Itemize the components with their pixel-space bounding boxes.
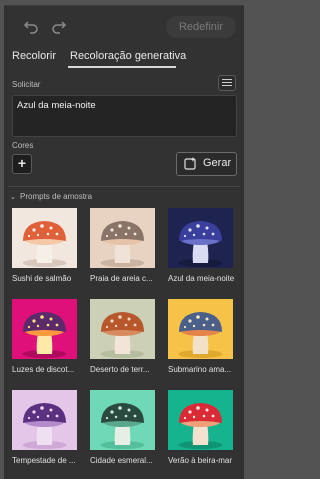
tab-recolor[interactable]: Recolorir	[12, 50, 56, 62]
sample-prompt-caption: Luzes de discot...	[12, 365, 75, 374]
sample-prompt-caption: Submarino ama...	[168, 365, 232, 374]
generative-recolor-panel: Redefinir Recolorir Recoloração generati…	[4, 5, 244, 479]
prompt-label: Solicitar	[12, 80, 41, 89]
generate-sparkle-icon	[184, 157, 196, 170]
sample-prompt-caption: Deserto de terr...	[90, 365, 150, 374]
plus-icon: +	[17, 155, 27, 171]
generate-label: Gerar	[203, 157, 232, 169]
undo-icon[interactable]	[22, 17, 40, 35]
active-tab-indicator	[68, 66, 176, 68]
sample-prompt-caption: Tempestade de ...	[12, 456, 76, 465]
sample-prompt-card[interactable]: Submarino ama...	[168, 299, 233, 374]
sample-prompts-header[interactable]: ⌄ Prompts de amostra	[10, 192, 92, 201]
sample-prompt-caption: Sushi de salmão	[12, 274, 72, 283]
sample-prompt-caption: Azul da meia-noite	[168, 274, 235, 283]
sample-prompt-card[interactable]: Praia de areia c...	[90, 208, 155, 283]
reset-button[interactable]: Redefinir	[166, 16, 236, 38]
sample-prompt-card[interactable]: Verão à beira-mar	[168, 390, 233, 465]
prompt-value: Azul da meia-noite	[17, 100, 96, 111]
mushroom-thumbnail	[12, 299, 77, 359]
sample-prompt-caption: Verão à beira-mar	[168, 456, 233, 465]
sample-prompt-card[interactable]: Deserto de terr...	[90, 299, 155, 374]
divider	[8, 186, 240, 187]
mushroom-thumbnail	[90, 390, 155, 450]
sample-prompt-card[interactable]: Azul da meia-noite	[168, 208, 234, 283]
mushroom-thumbnail	[168, 390, 233, 450]
sample-prompt-card[interactable]: Sushi de salmão	[12, 208, 77, 283]
tab-generative-recolor[interactable]: Recoloração generativa	[70, 50, 186, 62]
sample-prompt-caption: Cidade esmeral...	[90, 456, 153, 465]
sample-prompts-label: Prompts de amostra	[20, 192, 93, 201]
generate-button[interactable]: Gerar	[176, 152, 237, 176]
add-color-button[interactable]: +	[12, 154, 32, 174]
prompt-input[interactable]: Azul da meia-noite	[12, 95, 237, 137]
sample-prompt-caption: Praia de areia c...	[90, 274, 153, 283]
mushroom-thumbnail	[168, 299, 233, 359]
mushroom-thumbnail	[90, 299, 155, 359]
hamburger-menu-icon[interactable]	[218, 75, 236, 91]
mushroom-thumbnail	[90, 208, 155, 268]
mushroom-thumbnail	[12, 390, 77, 450]
colors-label: Cores	[12, 141, 34, 150]
sample-prompt-card[interactable]: Tempestade de ...	[12, 390, 77, 465]
sample-prompts-grid: Sushi de salmão Praia de areia c... Azul d…	[12, 208, 240, 465]
tab-bar: Recolorir Recoloração generativa	[4, 50, 244, 70]
mushroom-thumbnail	[168, 208, 233, 268]
redo-icon[interactable]	[50, 17, 68, 35]
sample-prompt-card[interactable]: Cidade esmeral...	[90, 390, 155, 465]
toolbar: Redefinir	[4, 14, 244, 40]
sample-prompt-card[interactable]: Luzes de discot...	[12, 299, 77, 374]
mushroom-thumbnail	[12, 208, 77, 268]
chevron-down-icon: ⌄	[10, 194, 16, 201]
